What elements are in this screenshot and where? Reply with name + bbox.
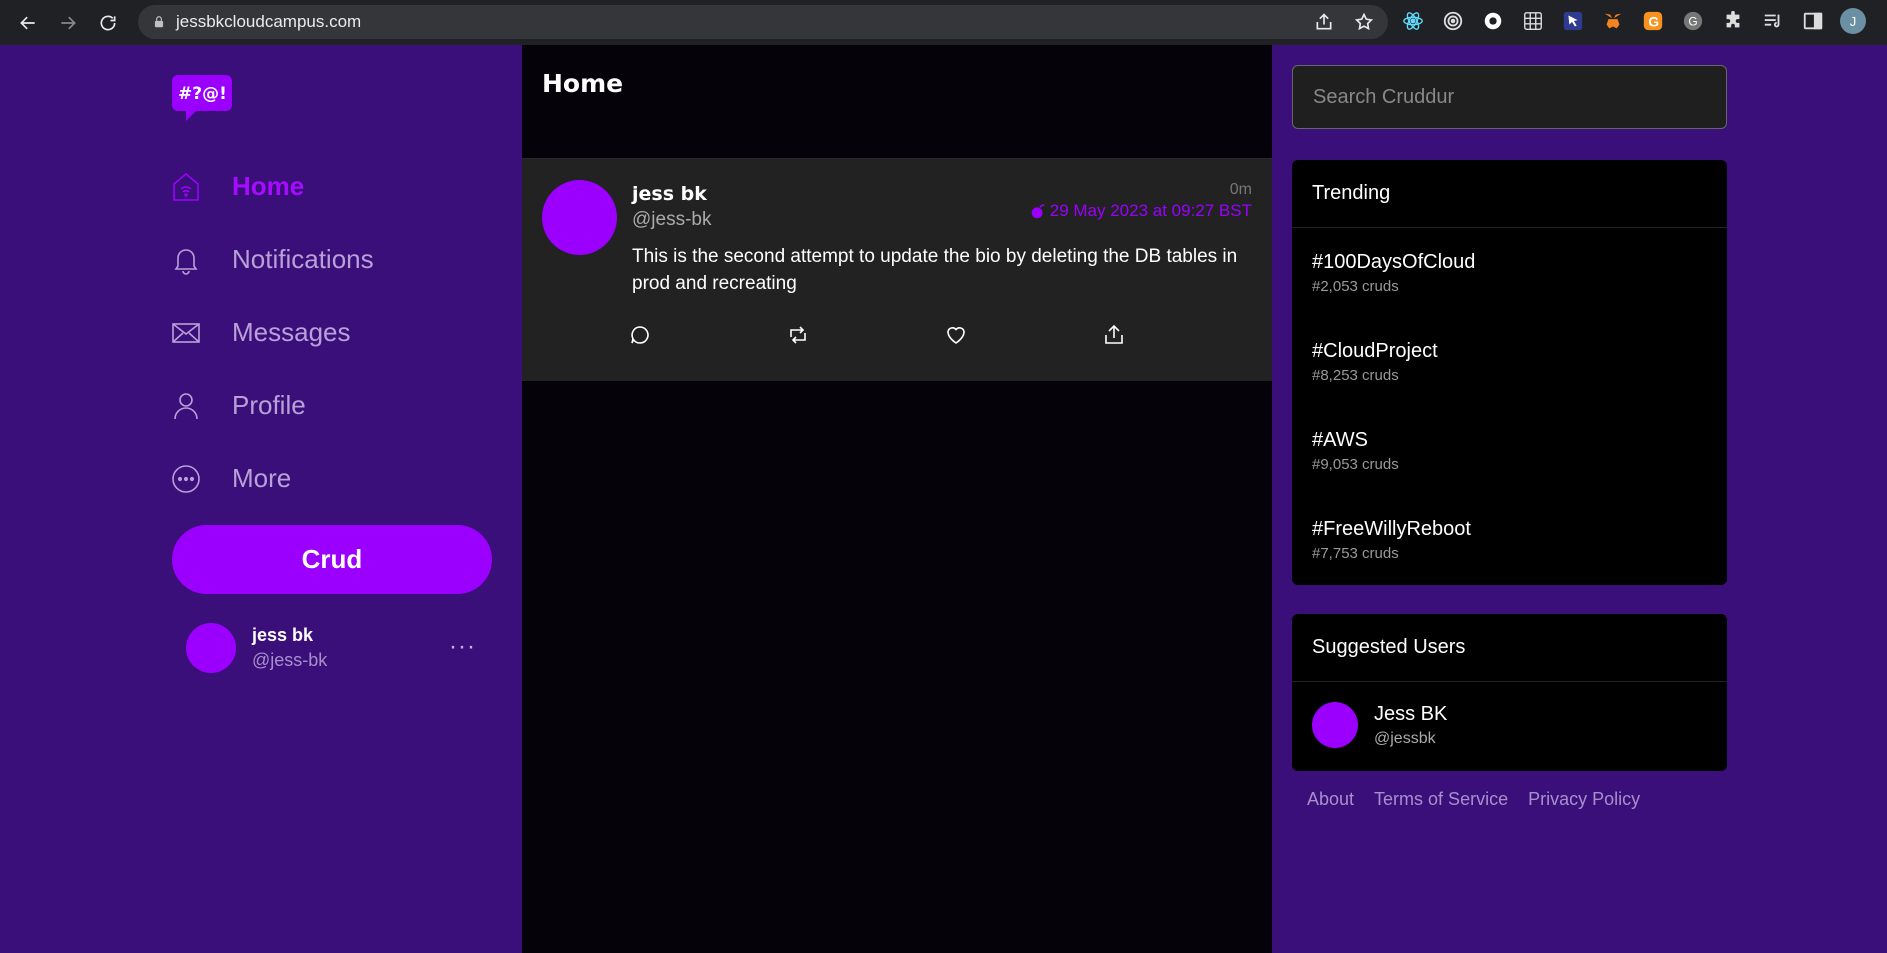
cruddur-logo-icon[interactable]: #?@! — [172, 71, 232, 123]
react-extension-icon[interactable] — [1400, 8, 1426, 34]
sidebar-item-label: Messages — [232, 317, 351, 347]
trending-count: #2,053 cruds — [1312, 278, 1399, 295]
cruddur-app: #?@! Home Notifications Messages Profile… — [0, 45, 1887, 953]
trending-item[interactable]: #AWS #9,053 cruds — [1292, 406, 1727, 495]
trending-tag: #AWS — [1312, 429, 1368, 451]
share-button[interactable] — [1102, 319, 1260, 351]
address-bar[interactable]: jessbkcloudcampus.com — [138, 5, 1388, 39]
trending-title: Trending — [1292, 160, 1727, 228]
bomb-icon — [1031, 204, 1045, 219]
repost-button[interactable] — [786, 319, 944, 351]
reload-icon — [100, 15, 116, 31]
terms-link[interactable]: Terms of Service — [1374, 789, 1508, 810]
suggested-user-name: Jess BK — [1374, 702, 1448, 725]
suggested-users-box: Suggested Users Jess BK @jessbk — [1292, 614, 1727, 771]
profile-avatar[interactable]: J — [1840, 8, 1866, 34]
reply-button[interactable] — [628, 319, 786, 351]
current-user[interactable]: jess bk @jess-bk ··· — [186, 623, 476, 673]
url-text: jessbkcloudcampus.com — [176, 12, 362, 31]
metamask-extension-icon[interactable] — [1600, 8, 1626, 34]
trending-count: #7,753 cruds — [1312, 545, 1399, 562]
sidebar-item-messages[interactable]: Messages — [170, 296, 374, 369]
sidebar-item-label: Profile — [232, 390, 306, 420]
g-circle-extension-icon[interactable]: G — [1680, 8, 1706, 34]
post-expires-at: 29 May 2023 at 09:27 BST — [1029, 201, 1252, 221]
post-author-handle[interactable]: @jess-bk — [632, 209, 711, 231]
post-message: This is the second attempt to update the… — [632, 246, 1238, 294]
avatar — [1312, 702, 1358, 748]
trending-tag: #CloudProject — [1312, 340, 1438, 362]
trending-tag: #100DaysOfCloud — [1312, 251, 1476, 273]
sidebar-item-label: Notifications — [232, 244, 374, 274]
circle-extension-icon[interactable] — [1480, 8, 1506, 34]
footer-links: About Terms of Service Privacy Policy — [1307, 789, 1640, 810]
sidebar-item-profile[interactable]: Profile — [170, 369, 374, 442]
current-user-name: jess bk — [252, 625, 314, 645]
sidebar-item-notifications[interactable]: Notifications — [170, 223, 374, 296]
trending-item[interactable]: #CloudProject #8,253 cruds — [1292, 317, 1727, 406]
user-more-button[interactable]: ··· — [449, 633, 476, 661]
home-icon — [173, 172, 199, 201]
sidebar-nav: Home Notifications Messages Profile More — [170, 150, 374, 515]
about-link[interactable]: About — [1307, 789, 1354, 810]
bell-icon — [174, 248, 198, 275]
trending-count: #8,253 cruds — [1312, 367, 1399, 384]
star-icon[interactable] — [1354, 12, 1374, 32]
share-icon — [1105, 324, 1123, 344]
sidebar-item-label: Home — [232, 171, 305, 201]
reply-icon — [631, 326, 649, 344]
post-author-name[interactable]: jess bk — [632, 183, 707, 205]
more-circle-icon — [172, 464, 200, 493]
arrow-left-icon — [20, 16, 35, 29]
like-button[interactable] — [944, 319, 1102, 351]
privacy-link[interactable]: Privacy Policy — [1528, 789, 1640, 810]
share-icon[interactable] — [1314, 12, 1334, 32]
activity-item[interactable]: jess bk @jess-bk 0m 29 May 2023 at 09:27… — [522, 159, 1272, 381]
arrow-right-icon — [61, 16, 76, 29]
side-panel-icon[interactable] — [1800, 8, 1826, 34]
avatar — [186, 623, 236, 673]
heart-icon — [947, 327, 965, 344]
browser-toolbar: jessbkcloudcampus.com G G J — [0, 0, 1887, 45]
reload-button[interactable] — [88, 0, 128, 45]
feed-header: Home — [522, 45, 1272, 159]
target-extension-icon[interactable] — [1440, 8, 1466, 34]
page-title: Home — [542, 69, 624, 98]
svg-text:G: G — [1648, 15, 1659, 30]
person-icon — [174, 392, 198, 419]
trending-tag: #FreeWillyReboot — [1312, 518, 1471, 540]
suggested-user-handle: @jessbk — [1374, 729, 1436, 747]
svg-text:G: G — [1688, 15, 1697, 29]
sidebar-item-label: More — [232, 463, 292, 493]
cursor-extension-icon[interactable] — [1560, 8, 1586, 34]
post-actions — [628, 319, 1260, 351]
repost-icon — [790, 326, 806, 344]
feed: Home jess bk @jess-bk 0m 29 May 2023 at … — [522, 45, 1272, 953]
trending-box: Trending #100DaysOfCloud #2,053 cruds #C… — [1292, 160, 1727, 585]
post-time-ago: 0m — [1229, 181, 1252, 198]
lock-icon — [154, 16, 164, 28]
envelope-icon — [172, 322, 200, 343]
puzzle-extensions-icon[interactable] — [1720, 8, 1746, 34]
suggested-user[interactable]: Jess BK @jessbk — [1292, 682, 1727, 768]
sidebar-item-home[interactable]: Home — [170, 150, 374, 223]
suggested-title: Suggested Users — [1292, 614, 1727, 682]
grammarly-g-extension-icon[interactable]: G — [1640, 8, 1666, 34]
post-expires-text: 29 May 2023 at 09:27 BST — [1049, 201, 1252, 220]
avatar[interactable] — [542, 180, 617, 255]
grid-extension-icon[interactable] — [1520, 8, 1546, 34]
crud-button[interactable]: Crud — [172, 525, 492, 594]
back-button[interactable] — [8, 0, 48, 45]
media-queue-icon[interactable] — [1760, 8, 1786, 34]
svg-text:#?@!: #?@! — [178, 84, 227, 104]
sidebar-item-more[interactable]: More — [170, 442, 374, 515]
current-user-handle: @jess-bk — [252, 650, 328, 670]
search-input[interactable] — [1292, 65, 1727, 129]
trending-count: #9,053 cruds — [1312, 456, 1399, 473]
trending-item[interactable]: #FreeWillyReboot #7,753 cruds — [1292, 495, 1727, 584]
trending-item[interactable]: #100DaysOfCloud #2,053 cruds — [1292, 228, 1727, 317]
forward-button[interactable] — [48, 0, 88, 45]
